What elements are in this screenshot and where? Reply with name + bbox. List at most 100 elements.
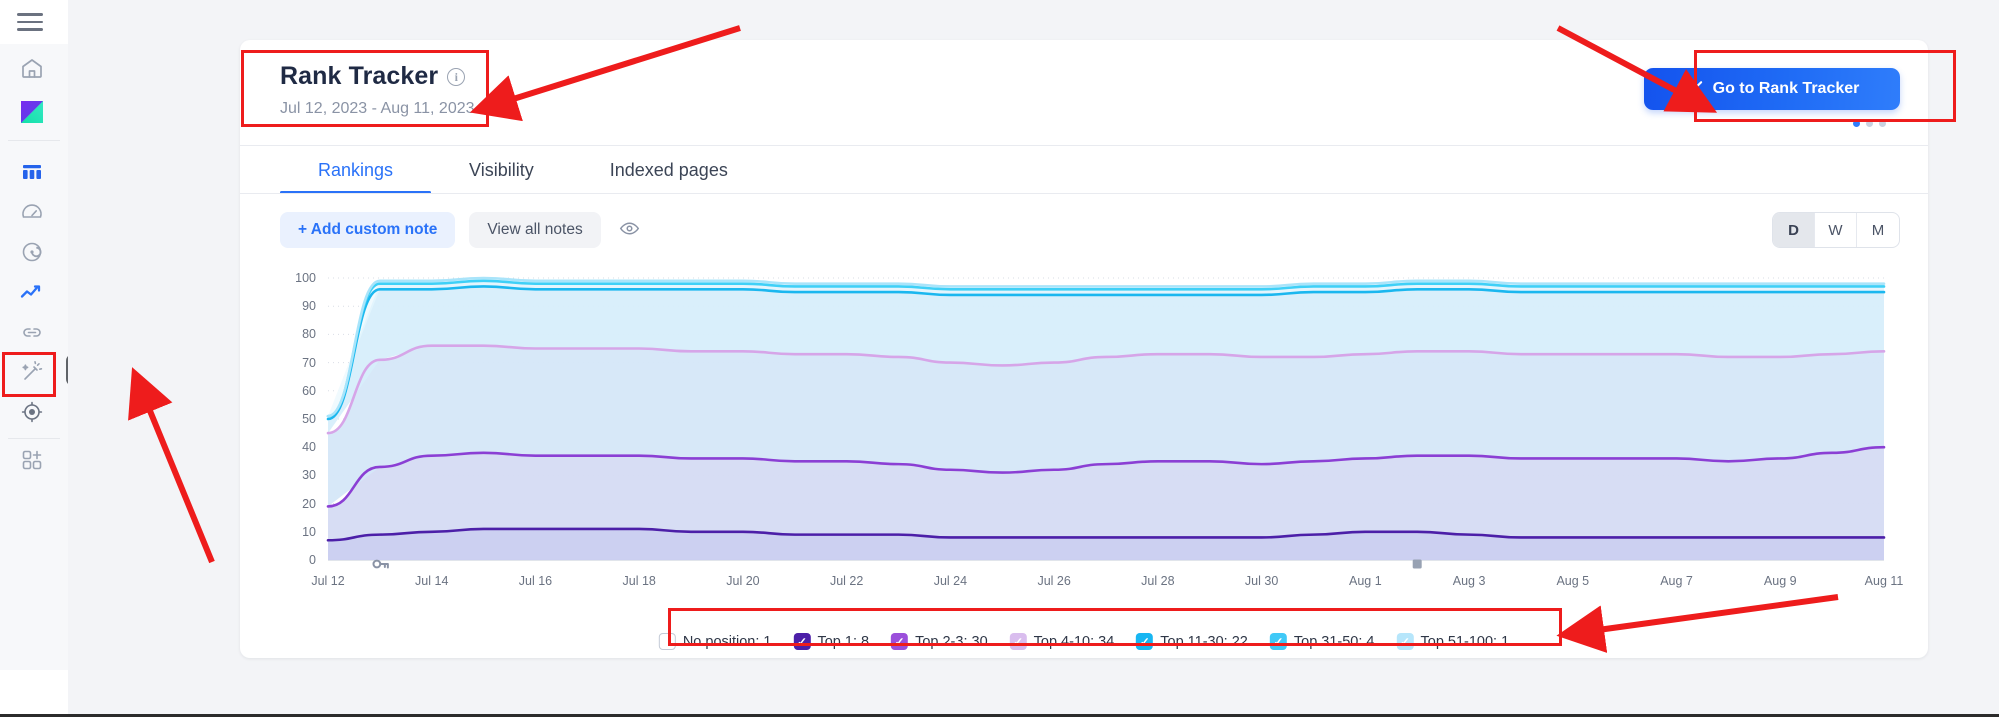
x-axis-tick: Jul 20 (726, 574, 760, 588)
trend-line-icon (1685, 79, 1704, 100)
y-axis-tick: 60 (302, 383, 316, 398)
sidebar: Rank Tracker (0, 0, 181, 714)
title-row: Rank Tracker i (280, 62, 466, 91)
legend-label: Top 4-10: 34 (1033, 633, 1115, 650)
legend-label: Top 51-100: 1 (1420, 633, 1510, 650)
carousel-dot-3[interactable] (1879, 120, 1886, 127)
location-target-icon (20, 400, 44, 424)
legend-item[interactable]: ✓ Top 4-10: 34 (1009, 633, 1115, 650)
info-icon[interactable]: i (447, 67, 466, 86)
legend-item[interactable]: ✓ Top 2-3: 30 (891, 633, 988, 650)
carousel-dot-2[interactable] (1866, 120, 1873, 127)
sidebar-item-content-tools[interactable] (12, 352, 52, 392)
legend-label: Top 1: 8 (817, 633, 870, 650)
legend-label: No position: 1 (682, 633, 772, 650)
checkbox-checked-icon[interactable]: ✓ (1009, 633, 1027, 650)
granularity-week[interactable]: W (1815, 213, 1857, 247)
sidebar-divider-1 (8, 140, 60, 141)
x-axis-tick: Aug 1 (1348, 574, 1382, 588)
cta-wrapper: Go to Rank Tracker (1644, 68, 1900, 127)
main-content: Rank Tracker i Jul 12, 2023 - Aug 11, 20… (68, 0, 1999, 714)
magic-wand-icon (20, 360, 44, 384)
sidebar-item-brand[interactable] (12, 92, 52, 132)
sidebar-item-home[interactable] (12, 48, 52, 88)
x-axis-tick: Jul 12 (311, 574, 345, 588)
x-axis-tick: Jul 22 (829, 574, 864, 588)
chart-legend[interactable]: No position: 1 ✓ Top 1: 8 ✓ Top 2-3: 30 ✓ Top … (644, 626, 1524, 657)
x-axis-tick: Aug 7 (1660, 574, 1693, 588)
eye-icon (619, 218, 640, 242)
rankings-area-chart[interactable]: 0 10 20 30 40 50 60 70 80 90 100 Jul 12 Jul 14 Jul 1… (280, 268, 1903, 608)
granularity-month[interactable]: M (1857, 213, 1899, 247)
sidebar-item-site-audit[interactable] (12, 192, 52, 232)
legend-item[interactable]: No position: 1 (658, 633, 772, 650)
page-title: Rank Tracker (280, 62, 439, 90)
add-apps-icon (20, 448, 44, 472)
link-icon (20, 320, 44, 344)
y-axis-tick: 80 (302, 327, 316, 342)
checkbox-checked-icon[interactable]: ✓ (891, 633, 909, 650)
app-root: Rank Tracker Rank Tracker i Jul 12, 2023… (0, 0, 1999, 717)
sidebar-item-dashboard[interactable] (12, 152, 52, 192)
checkbox-checked-icon[interactable]: ✓ (1136, 633, 1154, 650)
sidebar-item-add-apps[interactable] (12, 440, 52, 480)
tab-visibility[interactable]: Visibility (431, 146, 572, 194)
speedometer-icon (20, 200, 44, 224)
legend-label: Top 2-3: 30 (915, 633, 988, 650)
sidebar-item-keyword-research[interactable] (12, 232, 52, 272)
hamburger-icon[interactable] (17, 12, 43, 32)
y-axis-tick: 50 (302, 412, 316, 426)
carousel-dots[interactable] (1853, 120, 1886, 127)
marker-key-icon (372, 559, 389, 569)
x-axis-tick: Jul 26 (1037, 574, 1071, 588)
rank-tracker-card: Rank Tracker i Jul 12, 2023 - Aug 11, 20… (240, 40, 1928, 658)
x-axis-tick: Jul 16 (518, 574, 553, 588)
x-axis-tick: Jul 14 (415, 574, 449, 588)
tab-rankings[interactable]: Rankings (280, 146, 432, 194)
y-axis-tick: 30 (302, 468, 316, 483)
home-icon (20, 56, 44, 80)
x-axis-tick: Aug 9 (1763, 574, 1797, 588)
y-axis-tick: 20 (302, 496, 316, 511)
sidebar-item-local-seo[interactable] (12, 392, 52, 432)
x-axis-tick: Aug 5 (1556, 574, 1590, 588)
x-axis-tick: Aug 3 (1452, 574, 1486, 588)
legend-item[interactable]: ✓ Top 1: 8 (793, 633, 869, 650)
y-axis-tick: 40 (302, 440, 316, 455)
legend-item[interactable]: ✓ Top 31-50: 4 (1269, 633, 1375, 650)
tab-indexed-pages[interactable]: Indexed pages (572, 146, 766, 194)
brand-logo-icon (19, 99, 45, 125)
rank-tracker-icon (19, 279, 45, 305)
legend-label: Top 31-50: 4 (1293, 633, 1375, 650)
add-custom-note-button[interactable]: + Add custom note (280, 212, 456, 248)
y-axis-tick: 0 (309, 553, 316, 567)
sidebar-item-backlinks[interactable] (12, 312, 52, 352)
y-axis-tick: 10 (302, 524, 316, 539)
marker-note-icon (1412, 559, 1422, 569)
date-range-label: Jul 12, 2023 - Aug 11, 2023 (280, 100, 475, 117)
chart-canvas (326, 276, 1886, 569)
x-axis-tick: Aug 11 (1864, 574, 1904, 588)
x-axis-tick: Jul 30 (1244, 574, 1279, 588)
granularity-toggle: D W M (1772, 212, 1900, 248)
toggle-notes-visibility-button[interactable] (615, 215, 645, 245)
target-icon (20, 240, 44, 264)
x-axis-tick: Jul 18 (622, 574, 656, 588)
checkbox-checked-icon[interactable]: ✓ (793, 633, 811, 650)
legend-item[interactable]: ✓ Top 11-30: 22 (1136, 633, 1248, 650)
cta-label: Go to Rank Tracker (1712, 80, 1860, 97)
card-header: Rank Tracker i Jul 12, 2023 - Aug 11, 20… (240, 40, 1928, 146)
sidebar-divider-2 (8, 438, 60, 439)
checkbox-unchecked-icon[interactable] (658, 633, 676, 650)
sidebar-item-rank-tracker[interactable] (12, 272, 52, 312)
tab-bar: Rankings Visibility Indexed pages (280, 146, 766, 194)
legend-item[interactable]: ✓ Top 51-100: 1 (1396, 633, 1510, 650)
y-axis-tick: 90 (302, 299, 316, 314)
granularity-day[interactable]: D (1773, 213, 1815, 247)
checkbox-checked-icon[interactable]: ✓ (1396, 633, 1414, 650)
checkbox-checked-icon[interactable]: ✓ (1269, 633, 1287, 650)
x-axis-tick: Jul 24 (933, 574, 968, 588)
carousel-dot-1[interactable] (1853, 120, 1860, 127)
view-all-notes-button[interactable]: View all notes (469, 212, 601, 248)
go-to-rank-tracker-button[interactable]: Go to Rank Tracker (1644, 68, 1900, 110)
